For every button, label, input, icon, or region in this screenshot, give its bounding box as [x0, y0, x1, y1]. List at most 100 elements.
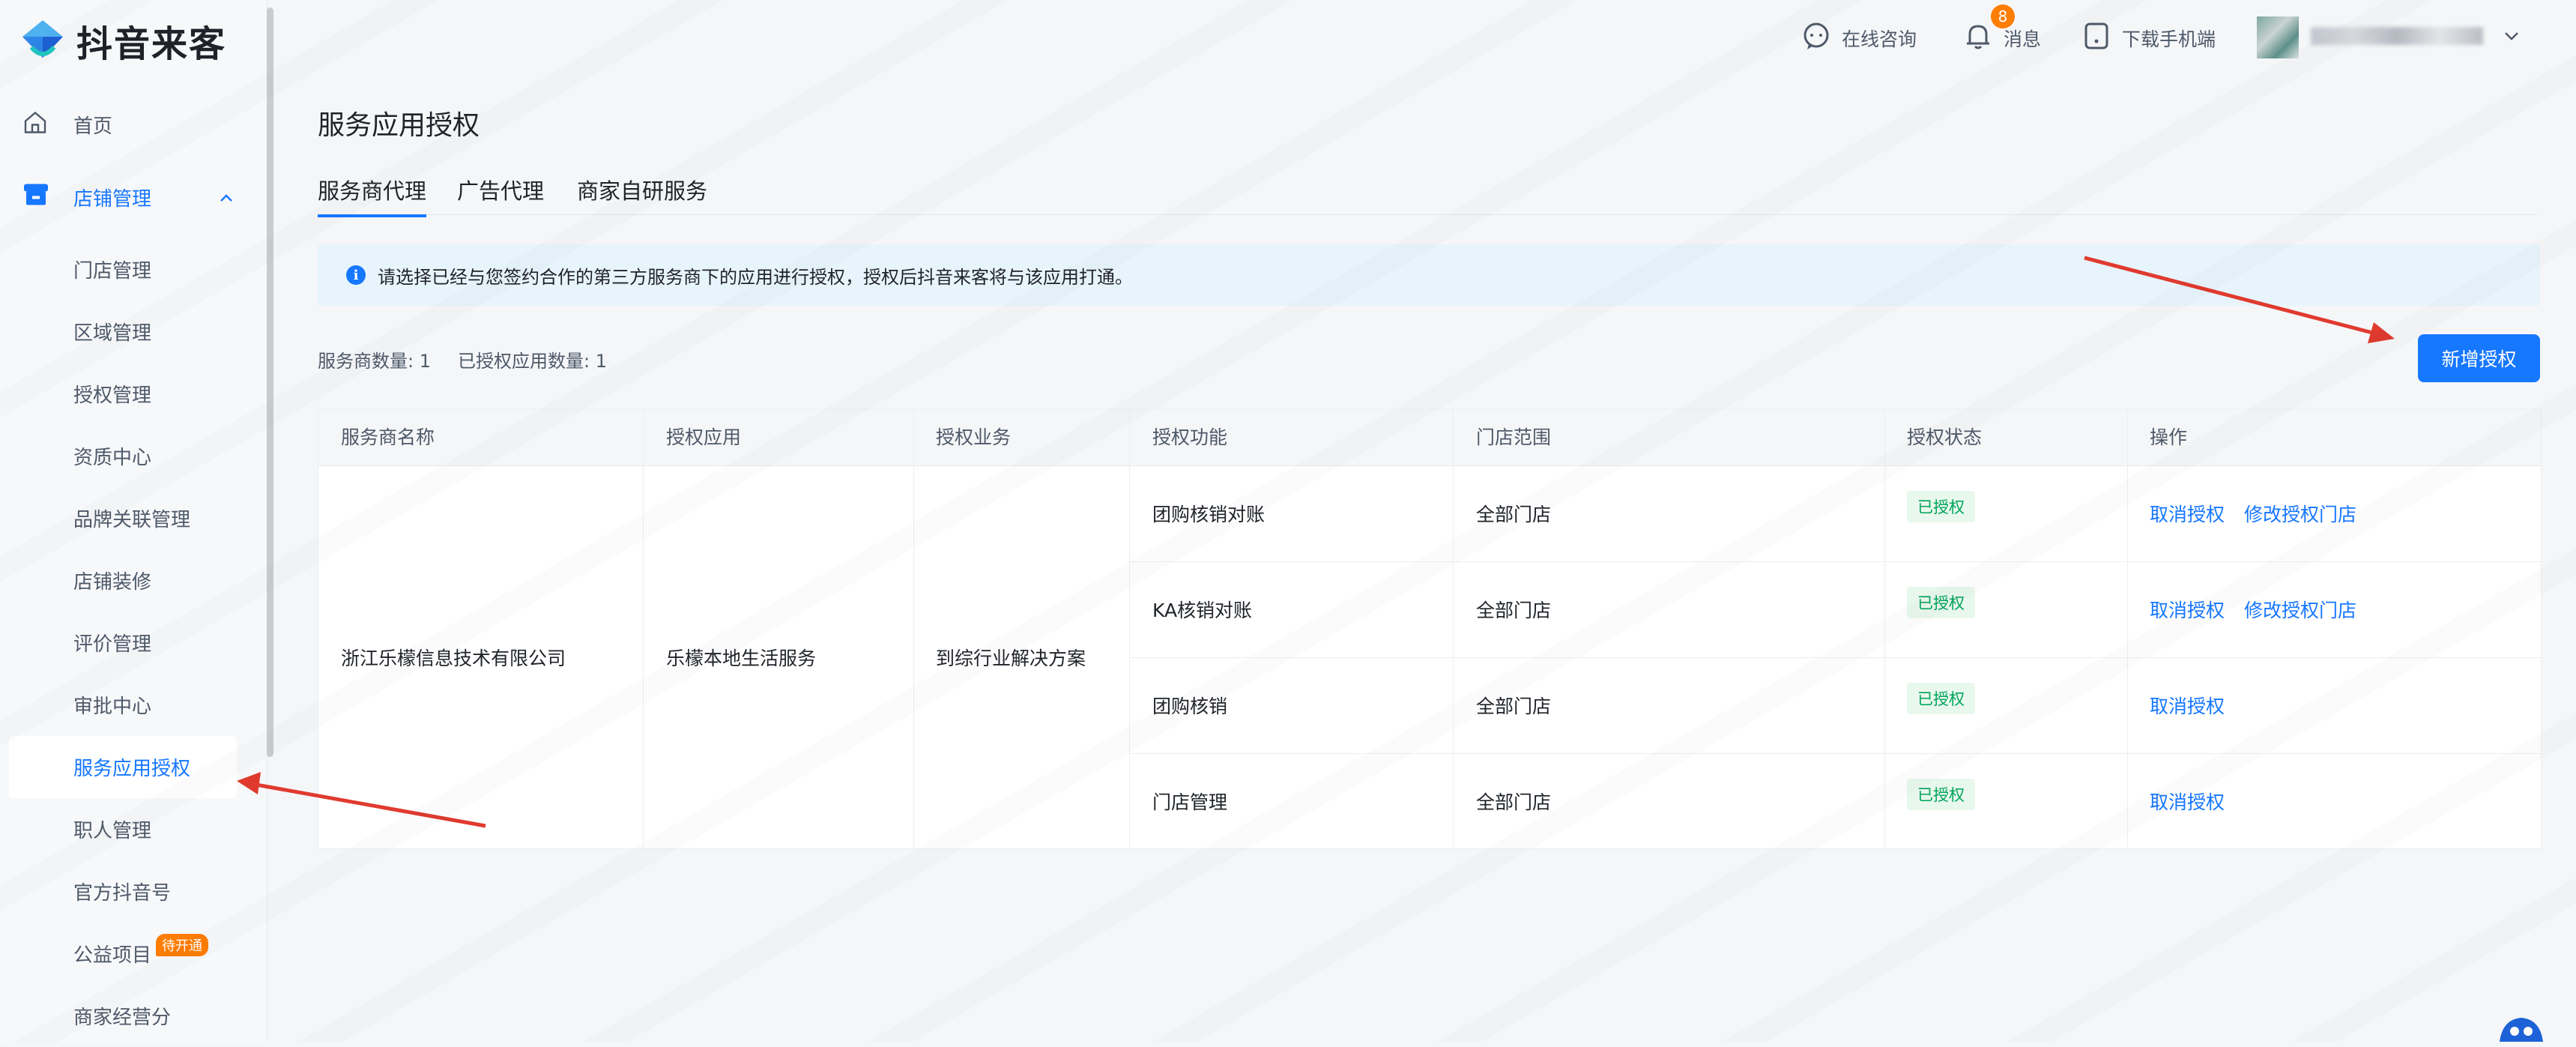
status-cell: 已授权 — [1907, 561, 1975, 644]
row-divider — [1129, 657, 2541, 658]
column-header: 授权状态 — [1907, 426, 1983, 448]
column-header: 服务商名称 — [341, 426, 435, 448]
sidebar-item-label: 服务应用授权 — [73, 758, 191, 780]
function-cell: 团购核销 — [1152, 696, 1228, 717]
store-icon — [22, 182, 49, 213]
scope-cell: 全部门店 — [1476, 791, 1552, 813]
app-logo[interactable]: 抖音来客 — [16, 13, 226, 67]
business-cell: 到综行业解决方案 — [936, 647, 1086, 669]
chevron-down-icon[interactable] — [2503, 28, 2521, 46]
status-badge: 已授权 — [1907, 779, 1975, 810]
provider-name-cell: 浙江乐檬信息技术有限公司 — [341, 647, 566, 669]
row-divider — [1129, 753, 2541, 754]
sidebar-item-label: 资质中心 — [73, 447, 152, 469]
sidebar-item-qualification[interactable]: 资质中心 — [0, 425, 267, 487]
sidebar-item-label: 授权管理 — [73, 384, 152, 407]
authorized-app-count: 已授权应用数量: 1 — [457, 351, 607, 372]
sidebar-item-label: 官方抖音号 — [73, 882, 172, 905]
sidebar-item-label: 审批中心 — [73, 696, 152, 718]
sidebar-item-approvals[interactable]: 审批中心 — [0, 674, 267, 736]
info-notice: i 请选择已经与您签约合作的第三方服务商下的应用进行授权，授权后抖音来客将与该应… — [318, 244, 2540, 306]
account-name-blurred — [2311, 27, 2483, 45]
column-divider — [1129, 410, 1130, 848]
sidebar-item-label: 区域管理 — [73, 322, 152, 345]
cancel-authorization-link[interactable]: 取消授权 — [2150, 596, 2225, 623]
sidebar-scrollbar[interactable] — [267, 7, 273, 757]
pending-badge: 待开通 — [156, 933, 209, 956]
cancel-authorization-link[interactable]: 取消授权 — [2150, 500, 2225, 527]
sidebar-item-label: 职人管理 — [73, 820, 152, 842]
actions-cell: 取消授权 — [2150, 657, 2225, 753]
online-consult-button[interactable]: 在线咨询 — [1801, 19, 1917, 57]
actions-cell: 取消授权 — [2150, 753, 2225, 848]
column-header: 授权应用 — [666, 426, 742, 448]
column-divider — [643, 410, 644, 848]
cancel-authorization-link[interactable]: 取消授权 — [2150, 788, 2225, 815]
sidebar-item-label: 门店管理 — [73, 260, 152, 283]
actions-cell: 取消授权 修改授权门店 — [2150, 561, 2356, 657]
scope-cell: 全部门店 — [1476, 600, 1552, 621]
messages-label: 消息 — [2004, 28, 2042, 50]
sidebar-item-brand-link[interactable]: 品牌关联管理 — [0, 487, 267, 549]
tab-ad-agent[interactable]: 广告代理 — [457, 174, 544, 214]
stats-summary: 服务商数量: 1 已授权应用数量: 1 — [318, 346, 607, 372]
online-consult-label: 在线咨询 — [1842, 28, 1917, 50]
download-app-label: 下载手机端 — [2122, 28, 2216, 50]
sidebar-item-charity[interactable]: 公益项目 待开通 — [0, 923, 267, 985]
edit-authorized-stores-link[interactable]: 修改授权门店 — [2244, 596, 2356, 623]
authorization-table: 服务商名称 授权应用 授权业务 授权功能 门店范围 授权状态 操作 浙江乐檬信息… — [318, 409, 2542, 849]
status-cell: 已授权 — [1907, 753, 1975, 836]
sidebar-group-store-management[interactable]: 店铺管理 — [0, 156, 267, 238]
tab-bar: 服务商代理 广告代理 商家自研服务 — [318, 171, 2537, 217]
sidebar-item-regions[interactable]: 区域管理 — [0, 301, 267, 363]
home-icon — [22, 109, 48, 140]
chat-bubble-icon — [1801, 21, 1842, 55]
douyin-laike-logo-icon — [16, 14, 69, 67]
sidebar-item-label: 商家经营分 — [73, 1007, 172, 1029]
sidebar-item-stores[interactable]: 门店管理 — [0, 238, 267, 301]
sidebar-item-service-app-auth[interactable]: 服务应用授权 — [9, 736, 237, 798]
sidebar-item-official-douyin[interactable]: 官方抖音号 — [0, 860, 267, 923]
sidebar-item-label: 店铺装修 — [73, 571, 152, 594]
notice-text: 请选择已经与您签约合作的第三方服务商下的应用进行授权，授权后抖音来客将与该应用打… — [378, 266, 1133, 288]
column-header: 门店范围 — [1476, 426, 1552, 448]
column-divider — [1884, 410, 1885, 848]
column-divider — [1453, 410, 1454, 848]
sidebar-item-label: 品牌关联管理 — [73, 509, 191, 531]
page-title: 服务应用授权 — [318, 110, 480, 141]
cancel-authorization-link[interactable]: 取消授权 — [2150, 692, 2225, 719]
chevron-up-icon — [219, 186, 234, 208]
actions-cell: 取消授权 修改授权门店 — [2150, 465, 2356, 561]
app-name: 抖音来客 — [76, 23, 227, 65]
phone-icon — [2081, 21, 2122, 55]
scope-cell: 全部门店 — [1476, 504, 1552, 525]
tab-merchant-own-service[interactable]: 商家自研服务 — [577, 174, 707, 214]
sidebar: 抖音来客 首页 店铺管理 门店管理 区域管理 授权管理 资质中心 品牌关联管理 … — [0, 0, 267, 1042]
sidebar-item-authorization[interactable]: 授权管理 — [0, 363, 267, 425]
add-authorization-button[interactable]: 新增授权 — [2418, 334, 2540, 382]
sidebar-item-business-score[interactable]: 商家经营分 — [0, 985, 267, 1047]
messages-count-badge: 8 — [1991, 4, 2015, 28]
column-header: 操作 — [2150, 426, 2188, 448]
tab-service-provider-agent[interactable]: 服务商代理 — [318, 174, 427, 217]
sidebar-item-home[interactable]: 首页 — [0, 94, 267, 156]
sidebar-nav: 首页 店铺管理 门店管理 区域管理 授权管理 资质中心 品牌关联管理 店铺装修 … — [0, 94, 267, 1047]
avatar[interactable] — [2257, 16, 2299, 58]
mascot-icon[interactable] — [2495, 1012, 2548, 1042]
app-name-cell: 乐檬本地生活服务 — [666, 647, 817, 669]
status-cell: 已授权 — [1907, 657, 1975, 740]
info-icon: i — [346, 265, 366, 285]
table-header: 服务商名称 授权应用 授权业务 授权功能 门店范围 授权状态 操作 — [318, 410, 2541, 466]
edit-authorized-stores-link[interactable]: 修改授权门店 — [2244, 500, 2356, 527]
sidebar-item-label: 公益项目 — [73, 944, 152, 967]
sidebar-item-reviews[interactable]: 评价管理 — [0, 612, 267, 674]
sidebar-item-staff[interactable]: 职人管理 — [0, 798, 267, 860]
status-badge: 已授权 — [1907, 491, 1975, 522]
download-app-button[interactable]: 下载手机端 — [2081, 19, 2216, 57]
sidebar-item-label: 首页 — [73, 115, 113, 138]
sidebar-item-store-decoration[interactable]: 店铺装修 — [0, 549, 267, 612]
column-divider — [913, 410, 914, 848]
function-cell: 团购核销对账 — [1152, 504, 1266, 525]
function-cell: 门店管理 — [1152, 791, 1228, 813]
column-header: 授权业务 — [936, 426, 1012, 448]
